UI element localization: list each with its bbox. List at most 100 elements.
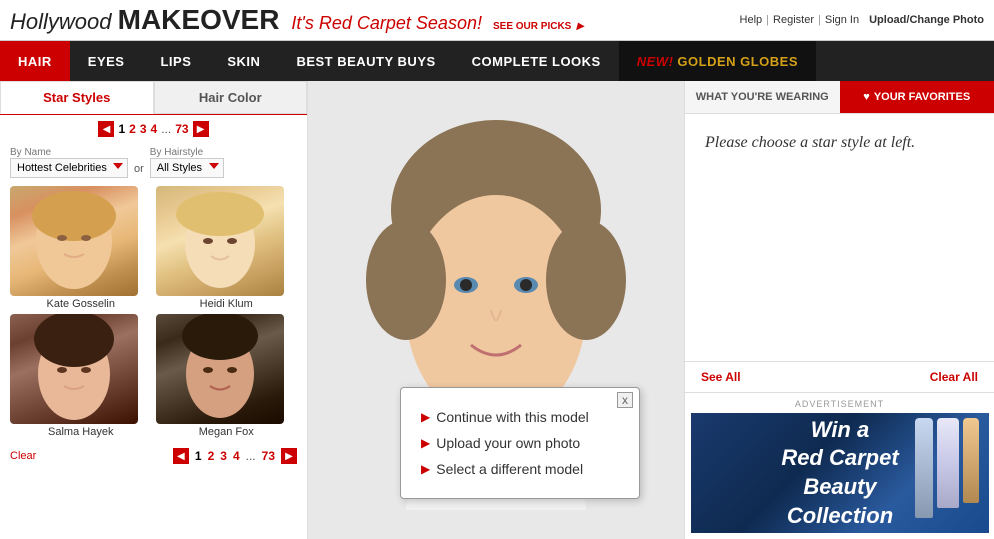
nav-golden-globes[interactable]: NEW! GOLDEN GLOBES bbox=[619, 41, 816, 81]
celeb-card-megan[interactable]: Megan Fox bbox=[156, 314, 298, 438]
logo: Hollywood MAKEOVER bbox=[10, 4, 279, 36]
megan-svg bbox=[156, 314, 284, 424]
ad-label: ADVERTISEMENT bbox=[691, 399, 988, 409]
next-page-button[interactable]: ▶ bbox=[193, 121, 209, 137]
page-1[interactable]: 1 bbox=[118, 122, 125, 136]
bottle-2 bbox=[937, 418, 959, 508]
style-tabs: Star Styles Hair Color bbox=[0, 81, 307, 115]
tab-your-favorites[interactable]: ♥ YOUR FAVORITES bbox=[840, 81, 994, 113]
pagination-top: ◀ 1 2 3 4 ... 73 ▶ bbox=[0, 115, 307, 143]
clear-link[interactable]: Clear bbox=[10, 450, 36, 462]
by-hairstyle-filter: By Hairstyle All Styles Short Medium Lon… bbox=[150, 147, 224, 178]
page-bottom-2[interactable]: 2 bbox=[208, 449, 215, 463]
celeb-card-heidi[interactable]: Heidi Klum bbox=[156, 186, 298, 310]
nav-lips[interactable]: LIPS bbox=[142, 41, 209, 81]
header: Hollywood MAKEOVER It's Red Carpet Seaso… bbox=[0, 0, 994, 41]
by-hairstyle-select[interactable]: All Styles Short Medium Long bbox=[150, 158, 224, 178]
tab-what-wearing[interactable]: WHAT YOU'RE WEARING bbox=[685, 81, 840, 113]
nav-skin[interactable]: SKIN bbox=[209, 41, 278, 81]
page-2[interactable]: 2 bbox=[129, 122, 136, 136]
ellipsis: ... bbox=[161, 122, 171, 136]
salma-svg bbox=[10, 314, 138, 424]
prev-page-button[interactable]: ◀ bbox=[98, 121, 114, 137]
by-name-filter: By Name Hottest Celebrities A-Z Z-A bbox=[10, 147, 128, 178]
nav-complete-looks[interactable]: COMPLETE LOOKS bbox=[454, 41, 619, 81]
sign-in-link[interactable]: Sign In bbox=[825, 14, 859, 26]
register-link[interactable]: Register bbox=[773, 14, 814, 26]
tagline: It's Red Carpet Season! SEE OUR PICKS ▶ bbox=[291, 13, 584, 34]
bottle-1 bbox=[915, 418, 933, 518]
upload-link[interactable]: Upload/Change Photo bbox=[869, 14, 984, 26]
option-different-label: Select a different model bbox=[436, 461, 583, 477]
celeb-card-salma[interactable]: Salma Hayek bbox=[10, 314, 152, 438]
bottle-3 bbox=[963, 418, 979, 503]
content-area: Star Styles Hair Color ◀ 1 2 3 4 ... 73 … bbox=[0, 81, 994, 539]
arrow-icon: ▶ bbox=[576, 21, 584, 32]
arrow-icon-different: ▶ bbox=[421, 462, 430, 476]
by-name-select[interactable]: Hottest Celebrities A-Z Z-A bbox=[10, 158, 128, 178]
popup-option-upload[interactable]: ▶ Upload your own photo bbox=[421, 430, 619, 456]
pagination-bottom: Clear ◀ 1 2 3 4 ... 73 ▶ bbox=[0, 442, 307, 470]
help-link[interactable]: Help bbox=[740, 14, 763, 26]
right-panel: WHAT YOU'RE WEARING ♥ YOUR FAVORITES Ple… bbox=[684, 81, 994, 539]
celeb-image-heidi bbox=[156, 186, 284, 296]
celeb-image-salma bbox=[10, 314, 138, 424]
option-upload-label: Upload your own photo bbox=[436, 435, 580, 451]
ellipsis-bottom: ... bbox=[246, 449, 256, 463]
tagline-text: It's Red Carpet Season! bbox=[291, 13, 482, 33]
filter-row: By Name Hottest Celebrities A-Z Z-A or B… bbox=[0, 143, 307, 182]
please-choose-message: Please choose a star style at left. bbox=[685, 114, 994, 172]
popup-option-different[interactable]: ▶ Select a different model bbox=[421, 456, 619, 482]
see-our-picks-link[interactable]: SEE OUR PICKS bbox=[493, 21, 571, 32]
tab-favorites-label: YOUR FAVORITES bbox=[874, 91, 970, 103]
heidi-svg bbox=[156, 186, 284, 296]
see-all-link[interactable]: See All bbox=[701, 370, 741, 384]
page-bottom-4[interactable]: 4 bbox=[233, 449, 240, 463]
page-bottom-1[interactable]: 1 bbox=[195, 449, 202, 463]
celeb-image-megan bbox=[156, 314, 284, 424]
divider1: | bbox=[766, 14, 769, 26]
celeb-name-salma: Salma Hayek bbox=[10, 426, 152, 438]
or-text: or bbox=[134, 163, 144, 175]
prev-page-button-bottom[interactable]: ◀ bbox=[173, 448, 189, 464]
celeb-card-kate[interactable]: Kate Gosselin bbox=[10, 186, 152, 310]
nav-best-beauty-buys[interactable]: BEST BEAUTY BUYS bbox=[278, 41, 453, 81]
popup-dialog: x ▶ Continue with this model ▶ Upload yo… bbox=[400, 387, 640, 499]
logo-makeover: MAKEOVER bbox=[118, 4, 280, 36]
popup-close-button[interactable]: x bbox=[617, 392, 633, 408]
ad-bottles bbox=[915, 418, 979, 518]
page-4[interactable]: 4 bbox=[151, 122, 158, 136]
page-last[interactable]: 73 bbox=[175, 122, 188, 136]
navigation: HAIR EYES LIPS SKIN BEST BEAUTY BUYS COM… bbox=[0, 41, 994, 81]
celebrity-grid: Kate Gosselin Heidi Klum bbox=[0, 182, 307, 442]
page-bottom-last[interactable]: 73 bbox=[262, 449, 275, 463]
heart-icon: ♥ bbox=[863, 91, 870, 103]
header-links: Help | Register | Sign In Upload/Change … bbox=[740, 14, 984, 26]
page-3[interactable]: 3 bbox=[140, 122, 147, 136]
popup-option-continue[interactable]: ▶ Continue with this model bbox=[421, 404, 619, 430]
new-badge: NEW! bbox=[637, 54, 674, 69]
nav-hair[interactable]: HAIR bbox=[0, 41, 70, 81]
center-panel: x ▶ Continue with this model ▶ Upload yo… bbox=[308, 81, 684, 539]
celeb-name-kate: Kate Gosselin bbox=[10, 298, 152, 310]
ad-image: Win aRed CarpetBeautyCollection bbox=[691, 413, 989, 533]
next-page-button-bottom[interactable]: ▶ bbox=[281, 448, 297, 464]
nav-eyes[interactable]: EYES bbox=[70, 41, 143, 81]
divider2: | bbox=[818, 14, 821, 26]
clear-all-link[interactable]: Clear All bbox=[930, 370, 978, 384]
by-name-label: By Name bbox=[10, 147, 128, 158]
bottom-page-nums: ◀ 1 2 3 4 ... 73 ▶ bbox=[173, 448, 297, 464]
kate-svg bbox=[10, 186, 138, 296]
celeb-image-kate bbox=[10, 186, 138, 296]
arrow-icon-upload: ▶ bbox=[421, 436, 430, 450]
by-hairstyle-label: By Hairstyle bbox=[150, 147, 224, 158]
arrow-icon-continue: ▶ bbox=[421, 410, 430, 424]
tab-hair-color[interactable]: Hair Color bbox=[154, 81, 308, 114]
see-all-row: See All Clear All bbox=[685, 361, 994, 392]
right-tabs: WHAT YOU'RE WEARING ♥ YOUR FAVORITES bbox=[685, 81, 994, 114]
celeb-name-megan: Megan Fox bbox=[156, 426, 298, 438]
tab-star-styles[interactable]: Star Styles bbox=[0, 81, 154, 114]
page-bottom-3[interactable]: 3 bbox=[220, 449, 227, 463]
logo-hollywood: Hollywood bbox=[10, 9, 112, 35]
left-panel: Star Styles Hair Color ◀ 1 2 3 4 ... 73 … bbox=[0, 81, 308, 539]
